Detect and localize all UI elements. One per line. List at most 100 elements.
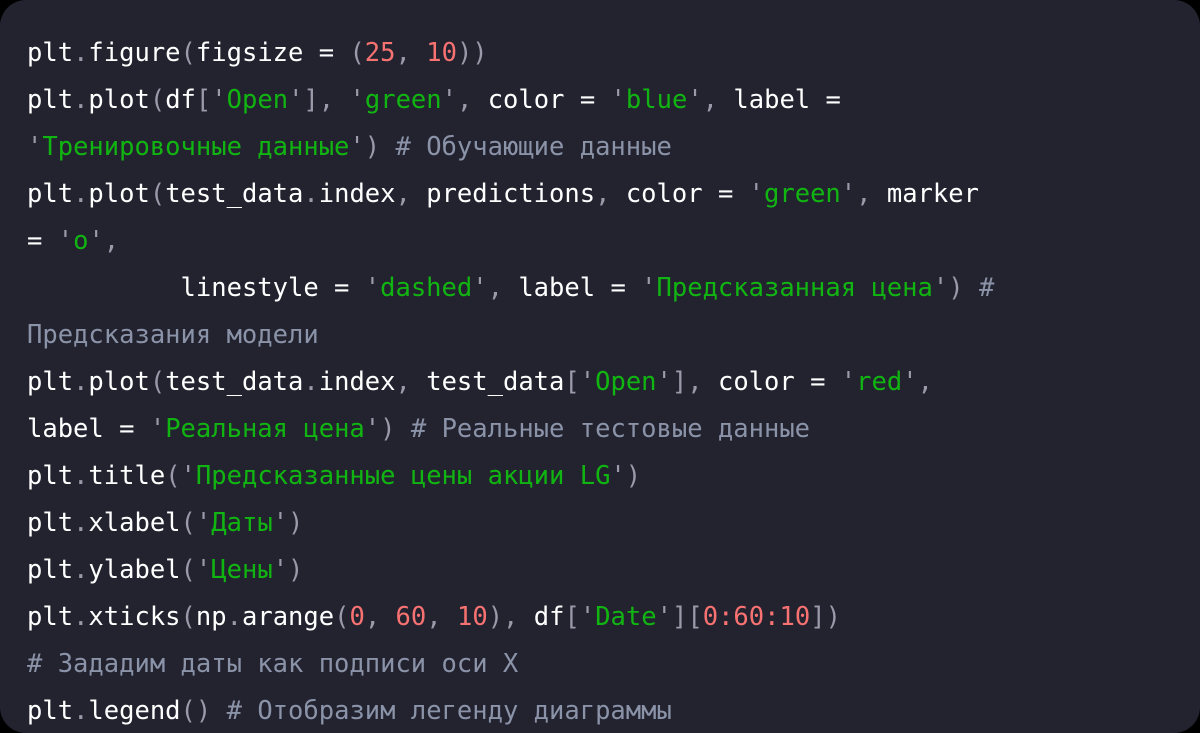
code-token-cmt: # Реальные тестовые данные: [410, 414, 811, 444]
code-token-plain: label: [27, 414, 104, 444]
code-token-punct: (): [180, 696, 212, 726]
code-token-num: :: [764, 602, 780, 632]
code-token-punct: ,: [318, 85, 350, 115]
code-token-quote: ': [902, 367, 918, 397]
code-token-quote: ': [748, 179, 765, 209]
code-token-quote: ': [610, 85, 626, 115]
code-token-num: 25: [364, 38, 396, 68]
code-token-punct: (: [180, 555, 196, 585]
code-token-plain: ylabel: [88, 555, 181, 585]
code-token-quote: ': [272, 555, 289, 585]
code-token-quote: ': [641, 273, 657, 303]
code-token-punct: ): [380, 414, 396, 444]
code-token-quote: ': [441, 85, 457, 115]
code-token-plain: plt: [27, 602, 74, 632]
code-block[interactable]: plt.figure(figsize = (25, 10)) plt.plot(d…: [0, 30, 1200, 733]
code-token-plain: plot: [88, 367, 150, 397]
code-token-num: 60: [733, 602, 765, 632]
code-token-num: 10: [779, 602, 811, 632]
code-token-plain: =: [810, 85, 841, 115]
code-token-plain: =: [103, 414, 150, 444]
code-token-punct: .: [303, 367, 319, 397]
code-token-str: Date: [595, 602, 657, 632]
code-token-num: 0: [702, 602, 719, 632]
code-token-plain: color: [487, 85, 565, 115]
code-token-punct: ,: [364, 602, 396, 632]
code-token-quote: ': [272, 508, 289, 538]
code-token-num: 10: [456, 602, 488, 632]
code-token-quote: ': [88, 226, 104, 256]
code-token-punct: (: [334, 602, 350, 632]
code-token-quote: ': [349, 132, 365, 162]
code-token-punct: )): [456, 38, 488, 68]
code-token-quote: ': [364, 414, 381, 444]
code-token-punct: .: [73, 461, 89, 491]
code-token-plain: linestyle: [180, 273, 319, 303]
code-token-plain: plot: [88, 85, 150, 115]
code-token-punct: .: [73, 602, 89, 632]
code-token-plain: arange: [241, 602, 335, 632]
code-token-plain: plt: [27, 179, 74, 209]
code-token-plain: xticks: [88, 602, 181, 632]
code-token-plain: index: [318, 367, 396, 397]
code-token-punct: .: [73, 367, 89, 397]
code-token-str: o: [73, 226, 89, 256]
code-line: Предсказания модели: [27, 312, 1200, 359]
code-token-punct: ,: [487, 273, 519, 303]
code-token-str: Реальная цена: [165, 414, 365, 444]
code-token-punct: (: [165, 461, 181, 491]
code-token-plain: =: [564, 85, 611, 115]
code-token-punct: ,: [687, 367, 718, 397]
code-token-punct: (: [149, 85, 166, 115]
code-token-plain: label: [733, 85, 811, 115]
code-token-punct: [: [564, 367, 580, 397]
code-token-punct: [: [195, 85, 212, 115]
code-token-punct: ): [948, 273, 964, 303]
code-token-punct: ,: [395, 179, 427, 209]
code-token-str: Цены: [211, 555, 273, 585]
code-token-quote: ': [211, 85, 227, 115]
code-token-punct: ): [625, 461, 642, 491]
code-token-punct: ,: [595, 179, 626, 209]
code-token-num: :: [718, 602, 734, 632]
code-token-plain: index: [318, 179, 396, 209]
code-token-plain: plt: [27, 555, 74, 585]
code-token-punct: .: [73, 38, 89, 68]
code-token-punct: [: [564, 602, 580, 632]
code-token-str: Даты: [211, 508, 273, 538]
code-line: label = 'Реальная цена') # Реальные тест…: [27, 406, 1200, 453]
code-token-quote: ': [195, 508, 212, 538]
code-token-plain: np: [195, 602, 227, 632]
code-token-str: Тренировочные данные: [42, 132, 350, 162]
code-token-plain: color: [625, 179, 703, 209]
code-token-plain: plt: [27, 461, 74, 491]
code-token-plain: legend: [88, 696, 181, 726]
code-line: = 'o',: [27, 218, 1200, 265]
code-token-punct: (: [349, 38, 365, 68]
code-token-quote: ': [364, 273, 381, 303]
code-line: plt.plot(df['Open'], 'green', color = 'b…: [27, 77, 1200, 124]
code-token-plain: test_data: [165, 179, 304, 209]
code-token-quote: ': [610, 461, 626, 491]
code-token-str: red: [856, 367, 903, 397]
code-token-cmt: # Обучающие данные: [395, 132, 672, 162]
code-token-punct: ): [288, 508, 304, 538]
code-token-punct: ][: [671, 602, 703, 632]
code-line: plt.ylabel('Цены'): [27, 547, 1200, 594]
code-token-plain: title: [88, 461, 166, 491]
code-token-str: Предсказанные цены акции LG: [195, 461, 611, 491]
code-token-num: 0: [349, 602, 365, 632]
code-line: 'Тренировочные данные') # Обучающие данн…: [27, 124, 1200, 171]
code-token-quote: ': [579, 367, 596, 397]
code-token-punct: .: [73, 696, 89, 726]
code-line: # Зададим даты как подписи оси X: [27, 641, 1200, 688]
code-token-punct: ,: [103, 226, 120, 256]
code-token-punct: ),: [487, 602, 534, 632]
code-token-str: Open: [226, 85, 289, 115]
code-token-punct: ,: [395, 38, 427, 68]
